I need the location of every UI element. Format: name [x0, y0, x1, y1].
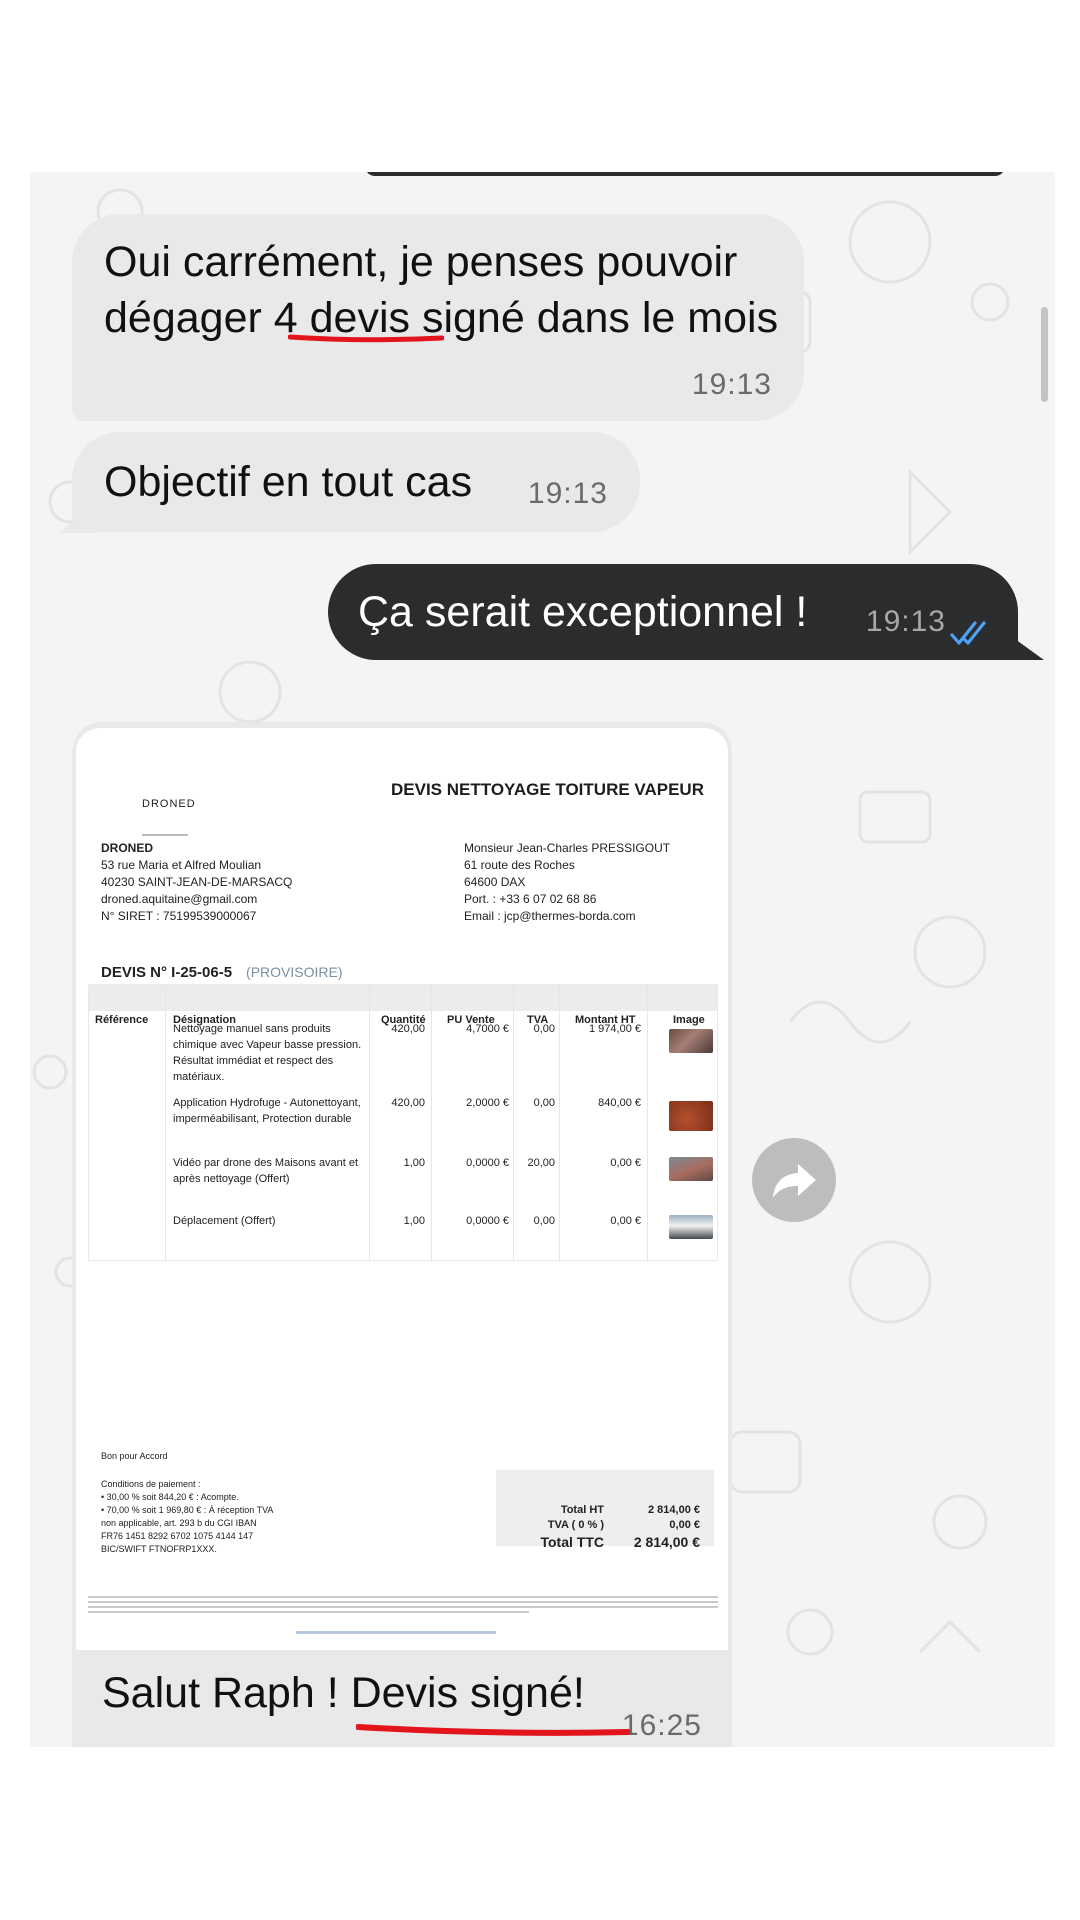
message-text: Objectif en tout cas: [104, 458, 473, 506]
company-line: 40230 SAINT-JEAN-DE-MARSACQ: [101, 875, 293, 889]
row-vat: 20,00: [527, 1157, 555, 1169]
outgoing-message[interactable]: Ça serait exceptionnel ! 19:13: [328, 564, 1018, 660]
company-name: DRONED: [101, 841, 154, 855]
row-unit-price: 2,0000 €: [466, 1097, 509, 1109]
footer-link: [296, 1631, 496, 1634]
client-line: 64600 DAX: [464, 875, 526, 889]
message-caption: Salut Raph ! Devis signé!: [102, 1669, 585, 1717]
row-amount: 0,00 €: [610, 1215, 641, 1227]
van-photo-thumbnail: [669, 1215, 713, 1239]
client-line: Monsieur Jean-Charles PRESSIGOUT: [464, 841, 671, 855]
column-divider: [369, 985, 370, 1260]
read-double-check-icon: [950, 621, 986, 645]
row-amount: 840,00 €: [598, 1097, 641, 1109]
red-underline-annotation: [288, 334, 444, 343]
message-time: 19:13: [691, 368, 772, 401]
message-text: Ça serait exceptionnel !: [358, 588, 808, 636]
condition-line: • 70,00 % soit 1 969,80 € : À réception …: [101, 1505, 274, 1515]
row-quantity: 420,00: [391, 1097, 425, 1109]
condition-line: Conditions de paiement :: [101, 1479, 201, 1489]
column-header: Montant HT: [575, 1014, 636, 1026]
company-line: droned.aquitaine@gmail.com: [101, 892, 258, 906]
message-time: 16:25: [621, 1709, 702, 1742]
column-divider: [647, 985, 648, 1260]
company-logo: DRONED: [142, 776, 196, 836]
row-unit-price: 0,0000 €: [466, 1215, 509, 1227]
total-label: Total TTC: [540, 1534, 604, 1550]
logo-underline: [142, 834, 188, 836]
column-divider: [165, 985, 166, 1260]
previous-message-edge: [365, 172, 1005, 176]
tile-photo-thumbnail: [669, 1101, 713, 1131]
condition-line: non applicable, art. 293 b du CGI IBAN: [101, 1518, 257, 1528]
table-header: Référence Désignation Quantité PU Vente …: [89, 985, 717, 1026]
bon-pour-accord: Bon pour Accord: [101, 1451, 168, 1461]
row-quantity: 1,00: [403, 1157, 425, 1169]
legal-fine-print: [88, 1594, 718, 1622]
row-unit-price: 4,7000 €: [466, 1023, 509, 1035]
row-vat: 0,00: [533, 1023, 555, 1035]
row-unit-price: 0,0000 €: [466, 1157, 509, 1169]
chat-area[interactable]: Oui carrément, je penses pouvoir dégager…: [30, 172, 1055, 1747]
column-divider: [559, 985, 560, 1260]
client-block: Monsieur Jean-Charles PRESSIGOUT 61 rout…: [464, 840, 670, 925]
column-header: Quantité: [381, 1014, 426, 1026]
column-divider: [513, 985, 514, 1260]
row-quantity: 420,00: [391, 1023, 425, 1035]
row-vat: 0,00: [533, 1215, 555, 1227]
message-time: 19:13: [527, 477, 608, 510]
column-header: TVA: [527, 1014, 549, 1026]
devis-status: (PROVISOIRE): [246, 964, 343, 980]
row-designation: Déplacement (Offert): [173, 1215, 276, 1227]
incoming-image-message[interactable]: DRONED DEVIS NETTOYAGE TOITURE VAPEUR DR…: [72, 722, 732, 1747]
row-designation: Application Hydrofuge - Autonettoyant, i…: [173, 1097, 361, 1125]
roof-photo-thumbnail: [669, 1029, 713, 1053]
row-quantity: 1,00: [403, 1215, 425, 1227]
row-amount: 0,00 €: [610, 1157, 641, 1169]
incoming-message[interactable]: Oui carrément, je penses pouvoir dégager…: [72, 214, 804, 421]
condition-line: BIC/SWIFT FTNOFRP1XXX.: [101, 1544, 217, 1554]
document-title: DEVIS NETTOYAGE TOITURE VAPEUR: [391, 780, 704, 799]
company-block: DRONED 53 rue Maria et Alfred Moulian 40…: [101, 840, 292, 925]
row-designation: Nettoyage manuel sans produits chimique …: [173, 1023, 362, 1083]
devis-document-image[interactable]: DRONED DEVIS NETTOYAGE TOITURE VAPEUR DR…: [76, 728, 728, 1650]
company-line: N° SIRET : 75199539000067: [101, 909, 257, 923]
column-header: PU Vente: [447, 1014, 495, 1026]
forward-button[interactable]: [752, 1138, 836, 1222]
devis-table: Référence Désignation Quantité PU Vente …: [88, 984, 718, 1261]
column-header: Référence: [95, 1014, 149, 1026]
row-vat: 0,00: [533, 1097, 555, 1109]
red-underline-annotation: [356, 1724, 630, 1736]
condition-line: FR76 1451 8292 6702 1075 4144 147: [101, 1531, 254, 1541]
client-line: Port. : +33 6 07 02 68 86: [464, 892, 597, 906]
house-photo-thumbnail: [669, 1157, 713, 1181]
client-line: 61 route des Roches: [464, 858, 575, 872]
client-line: Email : jcp@thermes-borda.com: [464, 909, 636, 923]
forward-arrow-icon: [773, 1164, 816, 1198]
scrollbar[interactable]: [1041, 307, 1048, 402]
row-designation: Vidéo par drone des Maisons avant et apr…: [173, 1157, 359, 1185]
logo-text: DRONED: [142, 798, 196, 810]
message-text: Oui carrément, je penses pouvoir dégager…: [104, 238, 779, 342]
company-line: 53 rue Maria et Alfred Moulian: [101, 858, 262, 872]
page-number: Page 1 / 1: [679, 1626, 716, 1650]
column-divider: [431, 985, 432, 1260]
payment-conditions: Conditions de paiement : • 30,00 % soit …: [101, 1478, 311, 1556]
message-time: 19:13: [865, 605, 946, 638]
incoming-message[interactable]: Objectif en tout cas 19:13: [72, 432, 640, 532]
totals-box: Total HT 2 814,00 € TVA ( 0 % ) 0,00 € Tot…: [496, 1470, 714, 1550]
condition-line: • 30,00 % soit 844,20 € : Acompte.: [101, 1492, 239, 1502]
row-amount: 1 974,00 €: [589, 1023, 641, 1035]
total-value: 2 814,00 €: [633, 1534, 700, 1550]
